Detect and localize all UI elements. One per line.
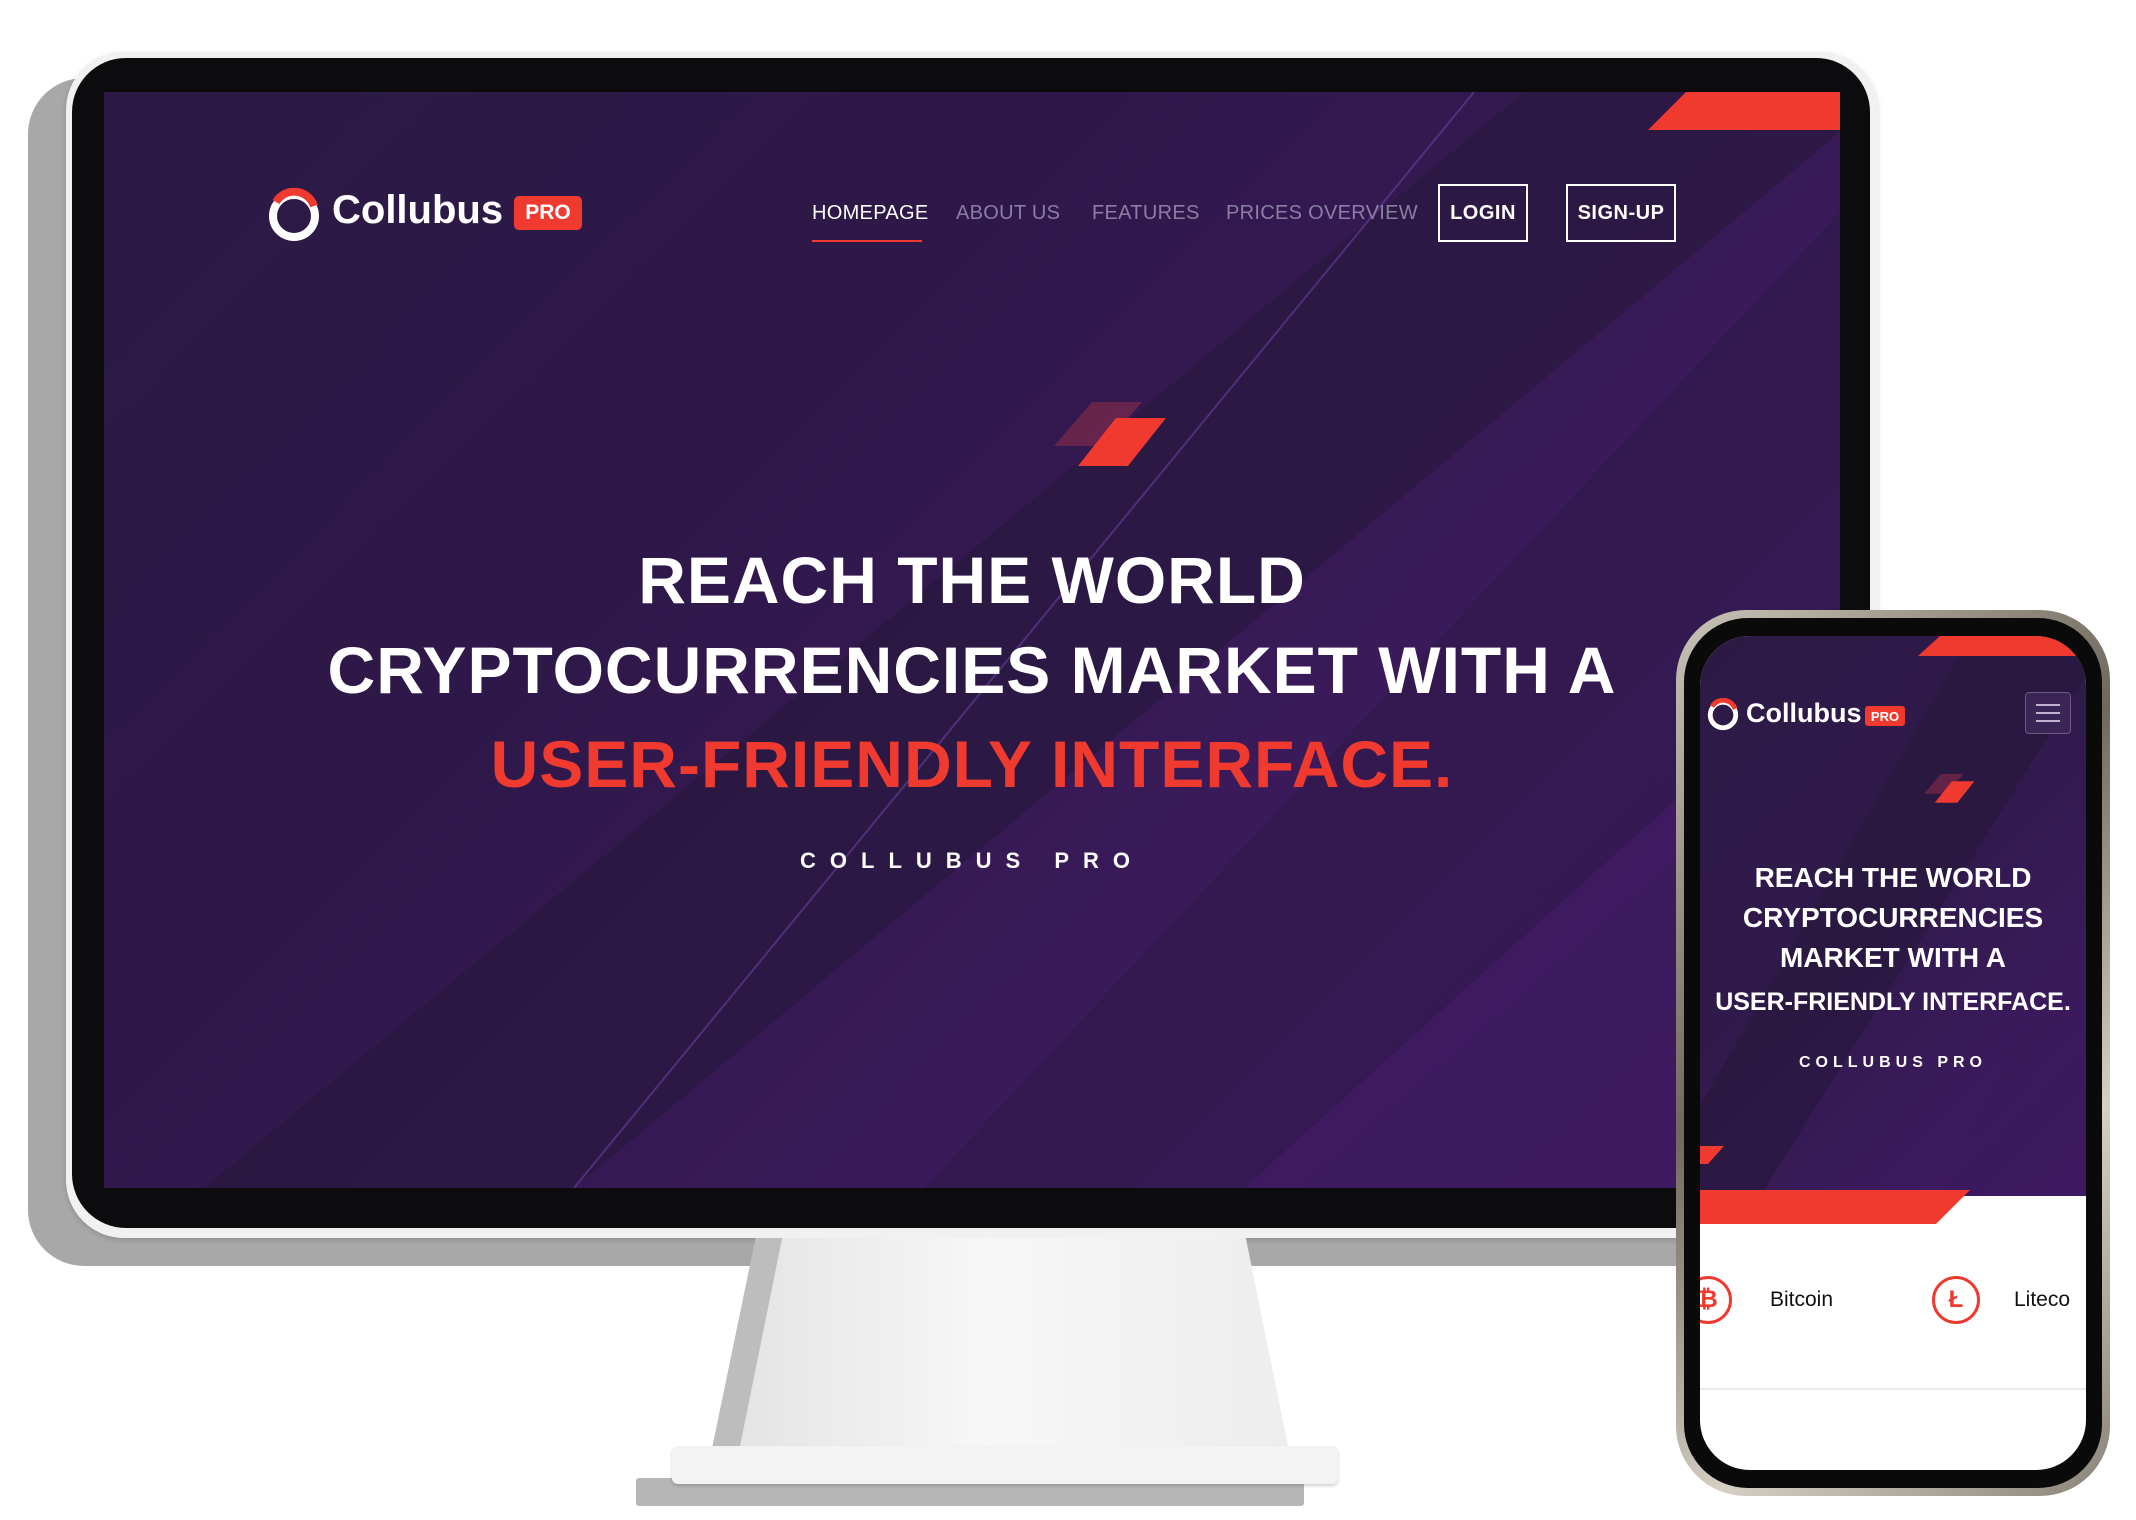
mobile-hero: Collubus PRO REACH THE WORLD CRYPTOCURRE… xyxy=(1700,636,2086,1196)
coin-label-bitcoin[interactable]: Bitcoin xyxy=(1770,1288,1833,1312)
mobile-hero-emblem-icon xyxy=(1924,774,1975,803)
monitor-stand xyxy=(738,1238,1290,1456)
mobile-hero-line-2: CRYPTOCURRENCIES xyxy=(1742,902,2044,933)
mobile-brand-name: Collubus xyxy=(1746,698,1862,728)
mobile-pro-badge: PRO xyxy=(1865,706,1905,726)
mobile-logo-ring-icon xyxy=(1707,698,1739,731)
hero-subtitle: COLLUBUS PRO xyxy=(800,848,1144,873)
hero-line-1: REACH THE WORLD xyxy=(638,543,1306,617)
coin-list-divider xyxy=(1700,1388,2086,1390)
signup-button[interactable]: SIGN-UP xyxy=(1566,184,1676,242)
login-button[interactable]: LOGIN xyxy=(1438,184,1528,242)
menu-bar xyxy=(2036,712,2060,714)
desktop-screen: Collubus PRO HOMEPAGE ABOUT US FEATURES … xyxy=(104,92,1840,1188)
nav-homepage[interactable]: HOMEPAGE xyxy=(812,202,929,225)
monitor-base xyxy=(672,1446,1338,1484)
brand-name: Collubus xyxy=(332,188,504,232)
hero-line-2: CRYPTOCURRENCIES MARKET WITH A xyxy=(327,633,1617,707)
coin-label-litecoin[interactable]: Liteco xyxy=(2014,1288,2070,1312)
hero-line-3: USER-FRIENDLY INTERFACE. xyxy=(490,727,1454,801)
mobile-hero-line-4: USER-FRIENDLY INTERFACE. xyxy=(1715,988,2071,1016)
mobile-top-red-accent xyxy=(1918,636,2086,656)
nav-active-underline xyxy=(812,240,922,242)
hero-emblem-icon xyxy=(1054,402,1166,466)
nav-features[interactable]: FEATURES xyxy=(1092,202,1200,225)
hamburger-menu-button[interactable] xyxy=(2025,692,2071,734)
logo-ring-icon xyxy=(269,188,319,241)
pro-badge: PRO xyxy=(514,196,582,230)
nav-about-us[interactable]: ABOUT US xyxy=(956,202,1060,225)
mobile-screen: Collubus PRO REACH THE WORLD CRYPTOCURRE… xyxy=(1700,636,2086,1470)
mobile-hero-subtitle: COLLUBUS PRO xyxy=(1799,1054,1987,1071)
mobile-hero-line-3: MARKET WITH A xyxy=(1779,942,2007,973)
bitcoin-icon: ₿ xyxy=(1700,1276,1732,1324)
nav-prices-overview[interactable]: PRICES OVERVIEW xyxy=(1226,202,1418,225)
litecoin-icon: Ł xyxy=(1932,1276,1980,1324)
mobile-hero-line-1: REACH THE WORLD xyxy=(1754,862,2032,893)
menu-bar xyxy=(2036,720,2060,722)
menu-bar xyxy=(2036,704,2060,706)
